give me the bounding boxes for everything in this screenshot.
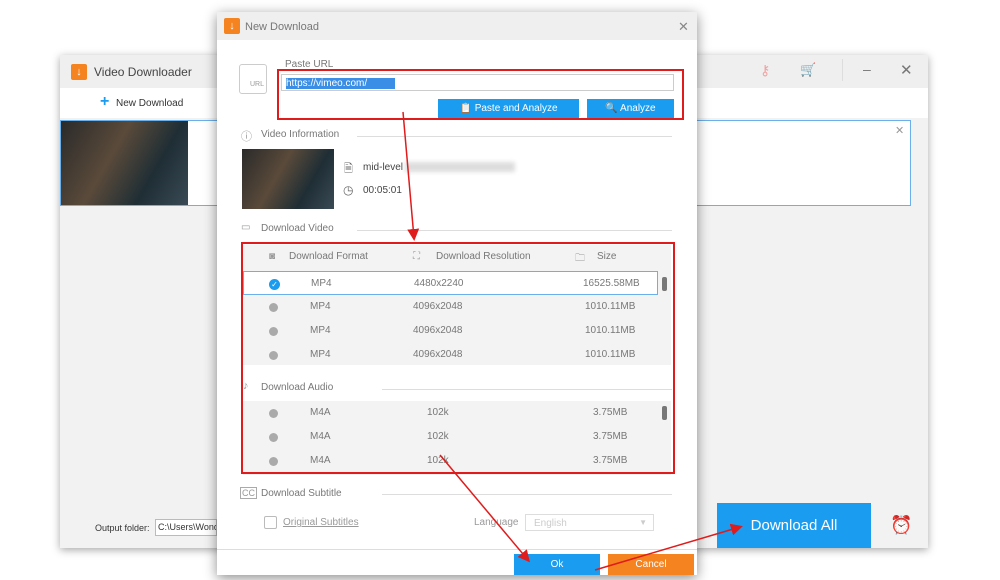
arrow-formats-to-ok bbox=[439, 454, 530, 563]
annotation-arrows bbox=[402, 111, 743, 571]
arrow-ok-to-download-all bbox=[594, 523, 743, 571]
arrow-url-to-formats bbox=[402, 111, 420, 241]
